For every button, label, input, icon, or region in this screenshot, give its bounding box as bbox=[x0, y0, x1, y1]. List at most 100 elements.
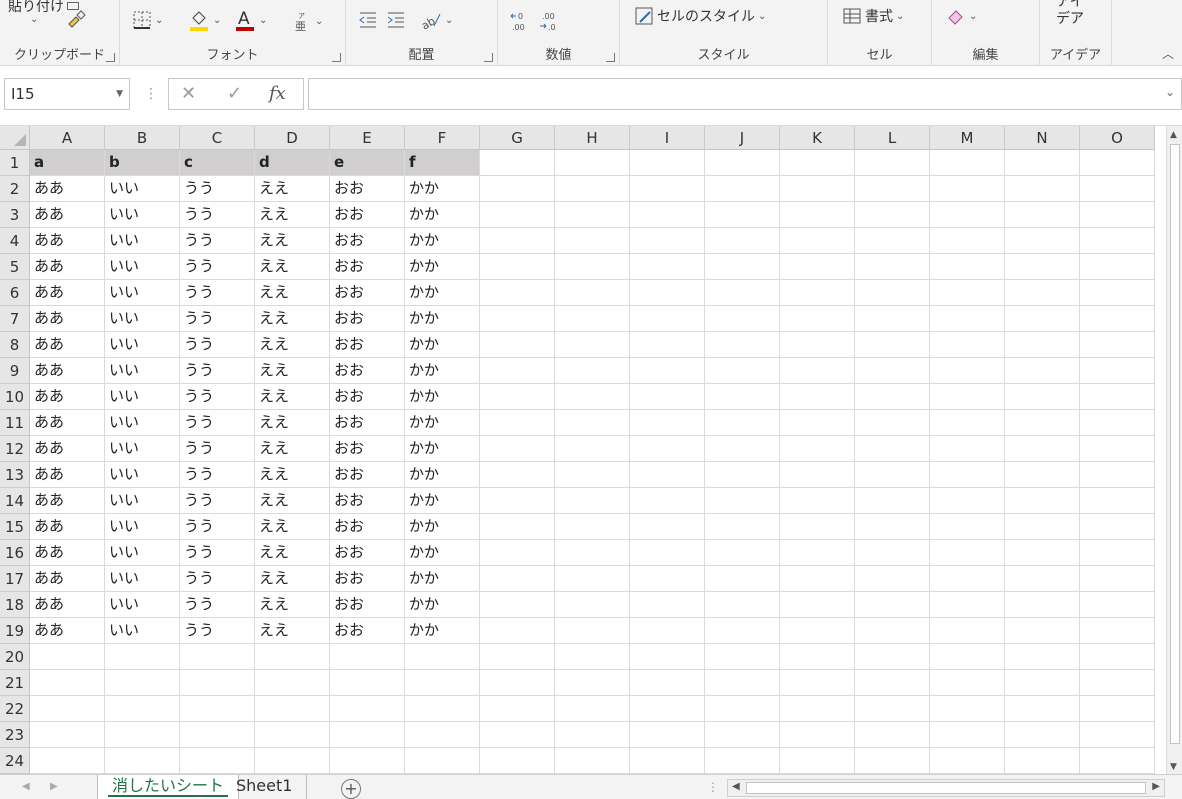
cell[interactable]: うう bbox=[180, 306, 255, 332]
cell[interactable] bbox=[1080, 202, 1155, 228]
scroll-left-icon[interactable]: ◀ bbox=[732, 781, 740, 792]
cell[interactable] bbox=[1005, 540, 1080, 566]
cell[interactable]: ああ bbox=[30, 540, 105, 566]
cell[interactable]: おお bbox=[330, 514, 405, 540]
cell[interactable] bbox=[705, 540, 780, 566]
cell[interactable] bbox=[930, 592, 1005, 618]
cell[interactable]: おお bbox=[330, 228, 405, 254]
cell[interactable] bbox=[1005, 644, 1080, 670]
cell[interactable] bbox=[1080, 306, 1155, 332]
cell[interactable]: いい bbox=[105, 358, 180, 384]
cell[interactable]: おお bbox=[330, 384, 405, 410]
cell[interactable] bbox=[1005, 410, 1080, 436]
cell[interactable] bbox=[30, 644, 105, 670]
cell[interactable] bbox=[180, 644, 255, 670]
cell[interactable] bbox=[480, 462, 555, 488]
cell[interactable] bbox=[930, 254, 1005, 280]
cell[interactable] bbox=[630, 540, 705, 566]
cell[interactable] bbox=[555, 722, 630, 748]
cell[interactable] bbox=[930, 176, 1005, 202]
cell[interactable]: ええ bbox=[255, 540, 330, 566]
cell[interactable] bbox=[255, 696, 330, 722]
cell[interactable] bbox=[330, 696, 405, 722]
cell[interactable] bbox=[930, 696, 1005, 722]
cell[interactable] bbox=[405, 696, 480, 722]
scroll-right-icon[interactable]: ▶ bbox=[1152, 781, 1160, 792]
cell[interactable] bbox=[855, 748, 930, 774]
cell[interactable]: いい bbox=[105, 228, 180, 254]
scroll-up-icon[interactable]: ▲ bbox=[1170, 130, 1177, 140]
cell[interactable] bbox=[630, 748, 705, 774]
cell[interactable] bbox=[855, 254, 930, 280]
cell[interactable]: いい bbox=[105, 410, 180, 436]
cell[interactable] bbox=[930, 670, 1005, 696]
cell[interactable] bbox=[1005, 384, 1080, 410]
cell[interactable]: ああ bbox=[30, 488, 105, 514]
row-header[interactable]: 16 bbox=[0, 540, 30, 566]
cell[interactable] bbox=[630, 722, 705, 748]
cell[interactable] bbox=[930, 202, 1005, 228]
cell[interactable] bbox=[705, 306, 780, 332]
cell[interactable]: おお bbox=[330, 566, 405, 592]
cell[interactable]: いい bbox=[105, 384, 180, 410]
cell[interactable]: うう bbox=[180, 566, 255, 592]
collapse-ribbon-icon[interactable]: ︿ bbox=[1162, 45, 1174, 62]
insert-function-icon[interactable]: fx bbox=[269, 83, 286, 104]
cell[interactable] bbox=[1080, 644, 1155, 670]
cell[interactable]: かか bbox=[405, 228, 480, 254]
formula-bar-grip-icon[interactable]: ⋮ bbox=[144, 86, 158, 102]
cell[interactable]: ああ bbox=[30, 254, 105, 280]
row-header[interactable]: 12 bbox=[0, 436, 30, 462]
cell[interactable] bbox=[780, 254, 855, 280]
font-color-button[interactable]: A ⌄ bbox=[234, 8, 267, 32]
cell[interactable] bbox=[1080, 540, 1155, 566]
cell[interactable] bbox=[30, 722, 105, 748]
cell[interactable]: おお bbox=[330, 488, 405, 514]
format-button[interactable]: 書式 ⌄ bbox=[842, 6, 904, 26]
cell[interactable]: ええ bbox=[255, 358, 330, 384]
cell[interactable]: ええ bbox=[255, 254, 330, 280]
cell[interactable] bbox=[255, 722, 330, 748]
select-all-button[interactable] bbox=[0, 126, 30, 150]
column-header[interactable]: K bbox=[780, 126, 855, 150]
cell[interactable] bbox=[405, 670, 480, 696]
cell[interactable]: いい bbox=[105, 332, 180, 358]
row-header[interactable]: 5 bbox=[0, 254, 30, 280]
cell[interactable] bbox=[555, 462, 630, 488]
cell[interactable] bbox=[705, 696, 780, 722]
cell[interactable]: おお bbox=[330, 280, 405, 306]
column-header[interactable]: I bbox=[630, 126, 705, 150]
cell[interactable] bbox=[555, 436, 630, 462]
cell[interactable]: おお bbox=[330, 618, 405, 644]
column-header[interactable]: O bbox=[1080, 126, 1155, 150]
cell[interactable] bbox=[930, 722, 1005, 748]
cell[interactable]: うう bbox=[180, 436, 255, 462]
cell[interactable] bbox=[480, 150, 555, 176]
cell[interactable] bbox=[1005, 748, 1080, 774]
column-header[interactable]: F bbox=[405, 126, 480, 150]
cell[interactable] bbox=[1005, 514, 1080, 540]
cell[interactable] bbox=[555, 592, 630, 618]
cell[interactable]: ああ bbox=[30, 436, 105, 462]
enter-icon[interactable]: ✓ bbox=[227, 83, 242, 104]
cell[interactable]: いい bbox=[105, 488, 180, 514]
cell[interactable] bbox=[1080, 280, 1155, 306]
cell[interactable] bbox=[1005, 592, 1080, 618]
cell[interactable] bbox=[630, 280, 705, 306]
cell[interactable] bbox=[105, 696, 180, 722]
cell[interactable]: ええ bbox=[255, 228, 330, 254]
cell[interactable]: うう bbox=[180, 176, 255, 202]
cell[interactable]: ええ bbox=[255, 332, 330, 358]
cell[interactable] bbox=[555, 306, 630, 332]
cell[interactable] bbox=[180, 670, 255, 696]
cell[interactable]: ええ bbox=[255, 280, 330, 306]
cell[interactable] bbox=[555, 514, 630, 540]
cell[interactable] bbox=[480, 410, 555, 436]
cell[interactable]: ああ bbox=[30, 176, 105, 202]
cell[interactable] bbox=[180, 722, 255, 748]
cell[interactable] bbox=[1005, 332, 1080, 358]
cell[interactable]: かか bbox=[405, 306, 480, 332]
row-header[interactable]: 13 bbox=[0, 462, 30, 488]
cell[interactable] bbox=[855, 228, 930, 254]
cell[interactable] bbox=[30, 748, 105, 774]
